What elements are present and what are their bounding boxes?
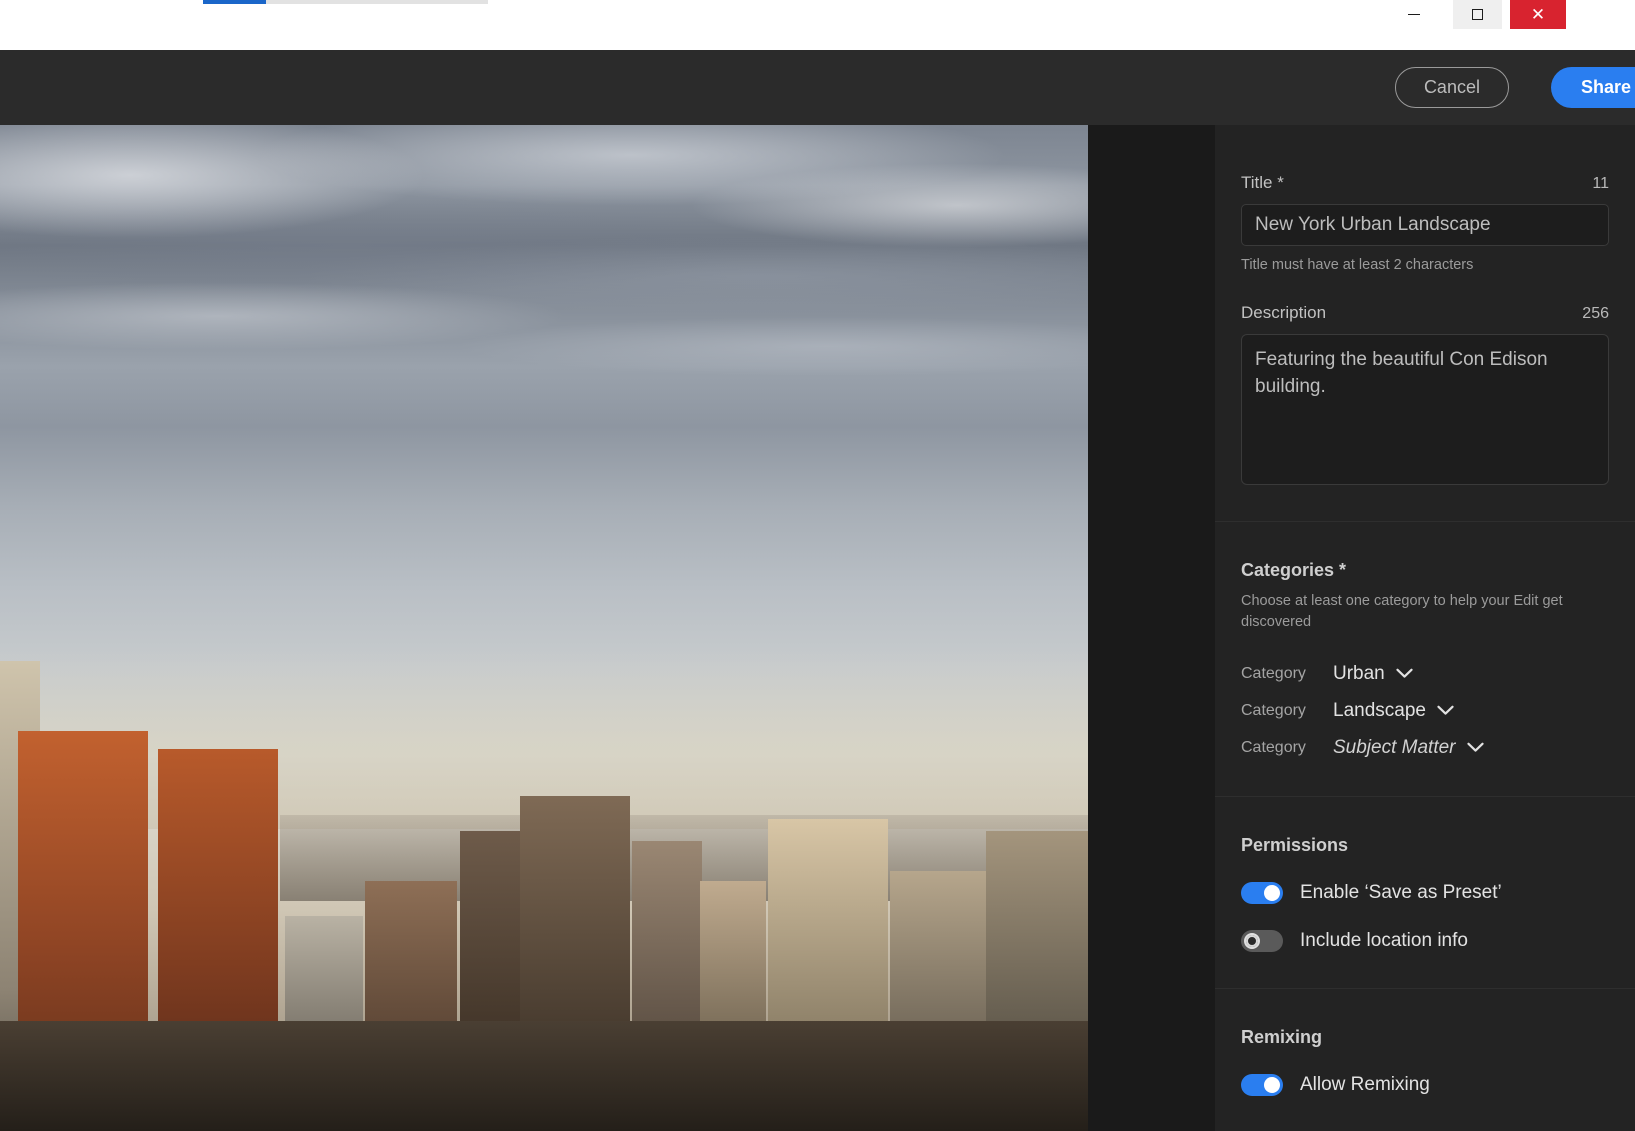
photo-foreground-rooftops <box>0 1021 1088 1131</box>
minimize-icon <box>1407 14 1420 15</box>
allow-remixing-toggle[interactable] <box>1241 1074 1283 1096</box>
category-value: Subject Matter <box>1333 736 1456 758</box>
editor-content: Title * 11 New York Urban Landscape Titl… <box>0 125 1635 1131</box>
cancel-button[interactable]: Cancel <box>1394 67 1509 108</box>
restore-icon <box>1472 9 1483 20</box>
toggle-knob <box>1264 885 1280 901</box>
category-rows: Category Urban Category Landscape Catego… <box>1241 655 1609 766</box>
save-preset-toggle[interactable] <box>1241 882 1283 904</box>
description-char-counter: 256 <box>1582 305 1609 322</box>
share-button[interactable]: Share <box>1550 67 1635 108</box>
remixing-section: Remixing Allow Remixing <box>1215 989 1635 1131</box>
share-toolbar: Cancel Share <box>0 50 1635 125</box>
window-restore-button[interactable] <box>1453 0 1502 29</box>
category-row-3: Category Subject Matter <box>1241 729 1609 766</box>
description-textarea[interactable]: Featuring the beautiful Con Edison build… <box>1241 334 1609 485</box>
category-dropdown-3[interactable]: Subject Matter <box>1333 737 1484 759</box>
category-row-2: Category Landscape <box>1241 692 1609 729</box>
categories-heading: Categories * <box>1241 560 1347 580</box>
details-section: Title * 11 New York Urban Landscape Titl… <box>1215 125 1635 521</box>
upload-progress-track <box>203 0 488 4</box>
category-dropdown-1[interactable]: Urban <box>1333 663 1413 685</box>
upload-progress-fill <box>203 0 266 4</box>
photo-clouds <box>0 125 1088 628</box>
category-row-label: Category <box>1241 701 1306 719</box>
category-row-label: Category <box>1241 738 1306 756</box>
allow-remixing-label: Allow Remixing <box>1300 1074 1430 1095</box>
title-help-text: Title must have at least 2 characters <box>1241 257 1474 273</box>
category-dropdown-2[interactable]: Landscape <box>1333 700 1454 722</box>
chevron-down-icon <box>1466 742 1484 752</box>
title-char-counter: 11 <box>1592 175 1609 192</box>
category-row-label: Category <box>1241 664 1306 682</box>
categories-subtitle: Choose at least one category to help you… <box>1241 593 1563 630</box>
save-preset-label: Enable ‘Save as Preset’ <box>1300 882 1502 903</box>
category-value: Urban <box>1333 662 1385 684</box>
permission-toggle-save-preset: Enable ‘Save as Preset’ <box>1241 882 1609 904</box>
description-field-header: Description 256 <box>1241 303 1609 323</box>
title-field-header: Title * 11 <box>1241 173 1609 193</box>
close-icon: ✕ <box>1530 5 1546 24</box>
categories-section: Categories * Choose at least one categor… <box>1215 522 1635 796</box>
title-input[interactable]: New York Urban Landscape <box>1241 204 1609 246</box>
metadata-panel: Title * 11 New York Urban Landscape Titl… <box>1215 125 1635 1131</box>
toggle-knob <box>1264 1077 1280 1093</box>
permission-toggle-location: Include location info <box>1241 930 1609 952</box>
preview-photo <box>0 125 1088 1131</box>
remixing-heading: Remixing <box>1241 1027 1323 1047</box>
category-row-1: Category Urban <box>1241 655 1609 692</box>
chevron-down-icon <box>1437 705 1454 715</box>
window-minimize-button[interactable] <box>1389 0 1438 29</box>
chevron-down-icon <box>1396 668 1413 678</box>
permissions-section: Permissions Enable ‘Save as Preset’ Incl… <box>1215 797 1635 988</box>
location-info-toggle[interactable] <box>1241 930 1283 952</box>
location-info-label: Include location info <box>1300 930 1468 951</box>
description-label: Description <box>1241 303 1327 322</box>
permissions-heading: Permissions <box>1241 835 1349 855</box>
category-value: Landscape <box>1333 699 1426 721</box>
window-titlebar: ✕ <box>0 0 1635 50</box>
image-preview[interactable] <box>0 125 1088 1131</box>
window-close-button[interactable]: ✕ <box>1510 0 1566 29</box>
toggle-knob <box>1244 933 1260 949</box>
remixing-toggle-row: Allow Remixing <box>1241 1074 1609 1096</box>
title-label: Title * <box>1241 173 1284 192</box>
